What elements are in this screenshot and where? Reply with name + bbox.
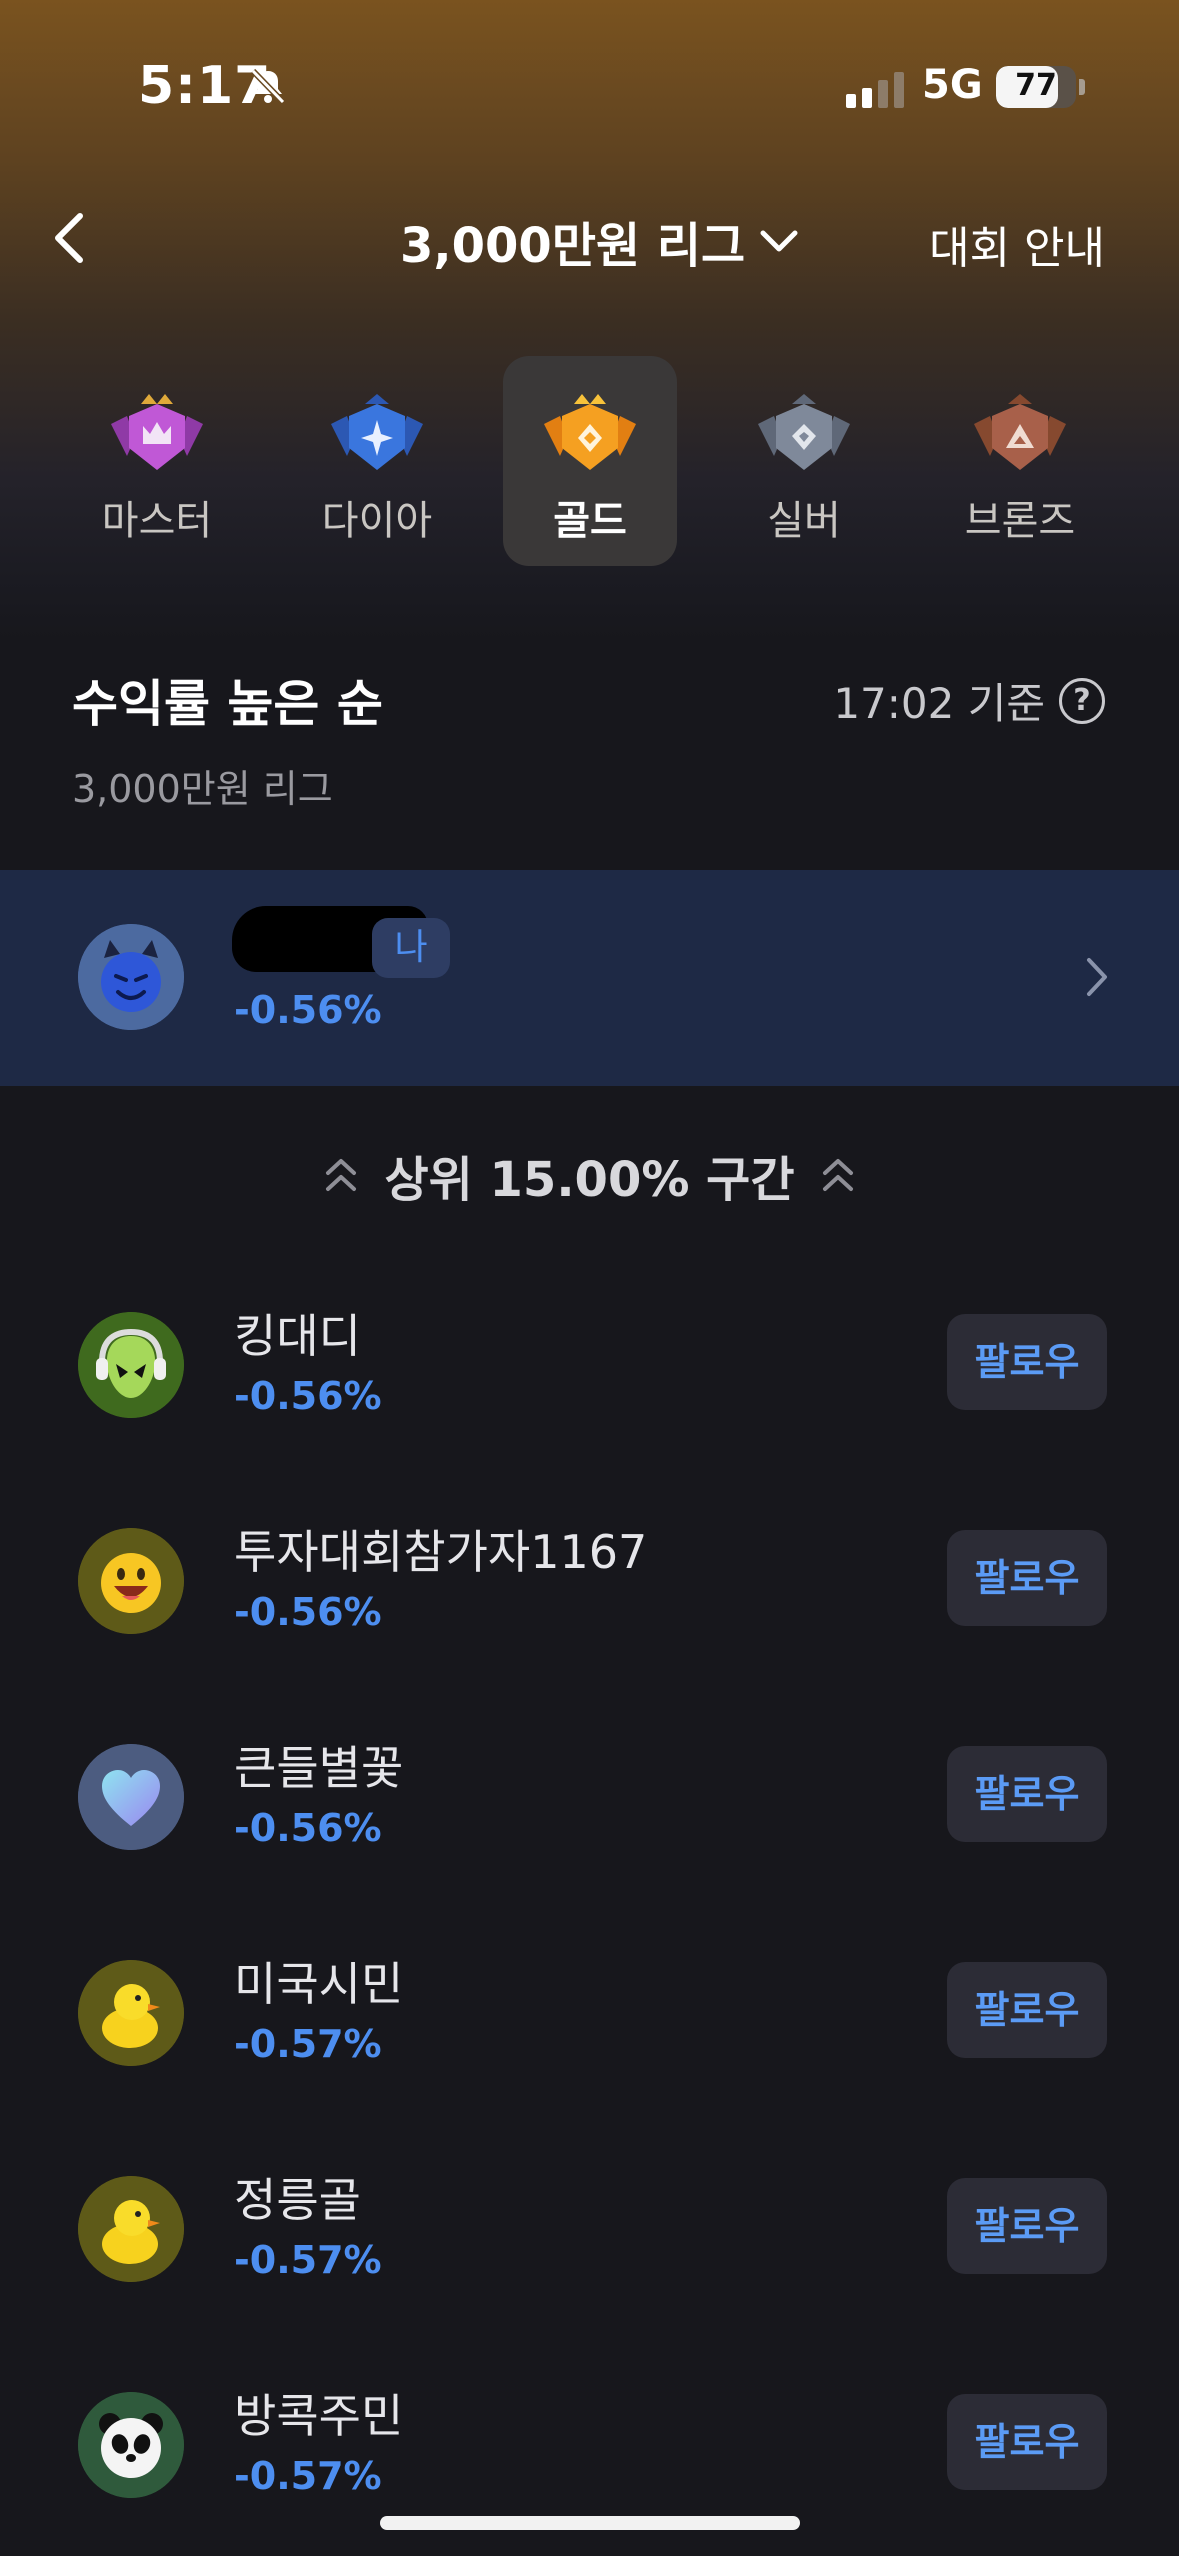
player-row[interactable]: 미국시민 -0.57% 팔로우	[0, 1920, 1179, 2136]
player-name: 방콕주민	[234, 2389, 404, 2443]
tab-master[interactable]: 마스터	[70, 356, 244, 566]
league-title: 3,000만원 리그	[400, 218, 746, 274]
diamond-tier-badge-icon	[331, 394, 423, 470]
smile-emoji-avatar	[78, 1528, 184, 1634]
battery-level: 77	[1015, 68, 1057, 103]
player-return-rate: -0.56%	[234, 1806, 382, 1850]
tab-label: 브론즈	[964, 498, 1076, 544]
bronze-tier-badge-icon	[974, 394, 1066, 470]
player-return-rate: -0.57%	[234, 2022, 382, 2066]
my-return-rate: -0.56%	[234, 988, 382, 1032]
battery-cap	[1079, 79, 1085, 95]
double-chevron-up-icon	[325, 1159, 356, 1191]
heart-emoji-avatar	[78, 1744, 184, 1850]
back-chevron-icon[interactable]	[46, 208, 96, 268]
follow-button[interactable]: 팔로우	[947, 2178, 1107, 2274]
tab-label: 골드	[553, 498, 627, 544]
tab-gold[interactable]: 골드	[503, 356, 677, 566]
player-name: 킹대디	[234, 1309, 361, 1363]
devil-emoji-avatar	[78, 924, 184, 1030]
me-badge: 나	[372, 918, 450, 978]
league-dropdown[interactable]: 3,000만원 리그	[400, 206, 799, 276]
follow-button[interactable]: 팔로우	[947, 1746, 1107, 1842]
player-name: 정릉골	[234, 2173, 361, 2227]
screen: 5:17 5G 77 3,000만원 리그 대회 안내 마스터 다이아 골드 실…	[0, 0, 1179, 2556]
tab-label: 실버	[767, 498, 841, 544]
follow-button[interactable]: 팔로우	[947, 1962, 1107, 2058]
my-ranking-row[interactable]: 나 -0.56%	[0, 870, 1179, 1086]
player-row[interactable]: 투자대회참가자1167 -0.56% 팔로우	[0, 1488, 1179, 1704]
home-indicator[interactable]	[380, 2516, 800, 2530]
tab-silver[interactable]: 실버	[717, 356, 891, 566]
ranking-title: 수익률 높은 순	[72, 675, 383, 733]
tier-range-label: 상위 15.00% 구간	[384, 1152, 795, 1208]
player-row[interactable]: 큰들별꽃 -0.56% 팔로우	[0, 1704, 1179, 1920]
player-return-rate: -0.57%	[234, 2454, 382, 2498]
player-return-rate: -0.56%	[234, 1590, 382, 1634]
panda-emoji-avatar	[78, 2392, 184, 2498]
player-name: 큰들별꽃	[234, 1741, 404, 1795]
tab-diamond[interactable]: 다이아	[290, 356, 464, 566]
player-return-rate: -0.57%	[234, 2238, 382, 2282]
master-tier-badge-icon	[111, 394, 203, 470]
player-name: 투자대회참가자1167	[234, 1525, 648, 1579]
tier-range: 상위 15.00% 구간	[0, 1140, 1179, 1210]
updated-label: 17:02 기준	[833, 679, 1045, 728]
chick-emoji-avatar	[78, 2176, 184, 2282]
player-name: 미국시민	[234, 1957, 404, 2011]
player-row[interactable]: 킹대디 -0.56% 팔로우	[0, 1272, 1179, 1488]
cell-signal-icon	[846, 72, 904, 108]
follow-button[interactable]: 팔로우	[947, 1530, 1107, 1626]
network-type: 5G	[922, 62, 983, 108]
help-icon[interactable]: ?	[1059, 677, 1105, 724]
alien-emoji-avatar	[78, 1312, 184, 1418]
double-chevron-up-icon	[823, 1159, 854, 1191]
player-return-rate: -0.56%	[234, 1374, 382, 1418]
battery-icon: 77	[996, 66, 1076, 108]
chevron-down-icon	[760, 230, 798, 252]
contest-guide-link[interactable]: 대회 안내	[929, 212, 1105, 276]
chick-emoji-avatar	[78, 1960, 184, 2066]
gold-tier-badge-icon	[544, 394, 636, 470]
player-row[interactable]: 정릉골 -0.57% 팔로우	[0, 2136, 1179, 2352]
bell-muted-icon	[250, 68, 286, 105]
chevron-right-icon	[1087, 958, 1107, 996]
updated-time: 17:02 기준 ?	[833, 670, 1105, 731]
follow-button[interactable]: 팔로우	[947, 1314, 1107, 1410]
tab-label: 다이아	[321, 498, 433, 544]
tab-bronze[interactable]: 브론즈	[933, 356, 1107, 566]
follow-button[interactable]: 팔로우	[947, 2394, 1107, 2490]
silver-tier-badge-icon	[758, 394, 850, 470]
ranking-subtitle: 3,000만원 리그	[72, 767, 333, 811]
tab-label: 마스터	[101, 498, 213, 544]
